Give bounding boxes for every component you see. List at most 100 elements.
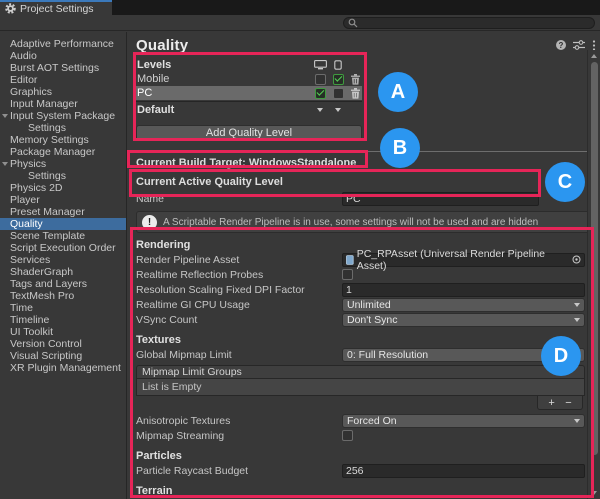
sidebar-item-preset-manager[interactable]: Preset Manager [0, 206, 126, 218]
vsync-count-dropdown[interactable]: Don't Sync [342, 313, 585, 327]
default-mobile-dropdown-icon[interactable] [335, 108, 341, 112]
sidebar-item-settings[interactable]: Settings [0, 122, 126, 134]
quality-level-row-pc[interactable]: PC [136, 86, 362, 100]
quality-name-field[interactable] [342, 192, 539, 206]
sidebar-item-label: Quality [10, 218, 43, 230]
sidebar-item-editor[interactable]: Editor [0, 74, 126, 86]
help-icon[interactable]: ? [556, 40, 566, 50]
quality-level-row-mobile[interactable]: Mobile [136, 72, 362, 86]
trash-icon[interactable] [350, 88, 360, 99]
chevron-down-icon [574, 419, 580, 423]
section-particles: Particles [136, 450, 585, 463]
sidebar-item-package-manager[interactable]: Package Manager [0, 146, 126, 158]
sidebar-item-shadergraph[interactable]: ShaderGraph [0, 266, 126, 278]
add-item-button[interactable]: + [548, 397, 554, 409]
tab-title: Project Settings [20, 3, 94, 15]
dropdown-value: Unlimited [347, 299, 391, 311]
field-label: Resolution Scaling Fixed DPI Factor [136, 284, 342, 296]
foldout-icon[interactable] [2, 114, 8, 118]
search-input[interactable] [343, 17, 595, 29]
scroll-up-icon[interactable] [591, 54, 597, 58]
sidebar-item-visual-scripting[interactable]: Visual Scripting [0, 350, 126, 362]
mipmap-streaming-checkbox[interactable] [342, 430, 353, 441]
sidebar-item-quality[interactable]: Quality [0, 218, 126, 230]
global-mipmap-limit-dropdown[interactable]: 0: Full Resolution [342, 348, 585, 362]
list-footer: + − [136, 396, 585, 410]
sidebar-item-label: Input Manager [10, 98, 78, 110]
scroll-down-icon[interactable] [591, 491, 597, 495]
sidebar-item-input-system-package[interactable]: Input System Package [0, 110, 126, 122]
current-build-target-label: Current Build Target: WindowsStandalone [136, 156, 585, 170]
levels-header-label: Levels [136, 59, 311, 71]
page-title: Quality [136, 37, 556, 54]
sidebar-item-textmesh-pro[interactable]: TextMesh Pro [0, 290, 126, 302]
render-pipeline-asset-field[interactable]: PC_RPAsset (Universal Render Pipeline As… [342, 253, 585, 267]
preset-icon[interactable] [573, 40, 585, 50]
sidebar-item-time[interactable]: Time [0, 302, 126, 314]
sidebar-item-tags-and-layers[interactable]: Tags and Layers [0, 278, 126, 290]
sidebar-item-player[interactable]: Player [0, 194, 126, 206]
gear-icon [5, 3, 16, 14]
chevron-down-icon [574, 353, 580, 357]
desktop-enabled-checkbox[interactable] [315, 88, 326, 99]
field-label: Particle Raycast Budget [136, 465, 342, 477]
scrollbar-thumb[interactable] [591, 62, 598, 455]
anisotropic-textures-dropdown[interactable]: Forced On [342, 414, 585, 428]
sidebar-item-physics[interactable]: Physics [0, 158, 126, 170]
mobile-enabled-checkbox[interactable] [333, 74, 344, 85]
object-picker-icon[interactable] [572, 255, 581, 264]
realtime-gi-dropdown[interactable]: Unlimited [342, 298, 585, 312]
toolbar [0, 15, 600, 31]
sidebar-item-graphics[interactable]: Graphics [0, 86, 126, 98]
levels-separator [136, 101, 362, 102]
global-mipmap-limit-row: Global Mipmap Limit 0: Full Resolution [136, 347, 585, 362]
field-label: Realtime GI CPU Usage [136, 299, 342, 311]
mobile-enabled-checkbox[interactable] [333, 88, 344, 99]
srp-warning-box: ! A Scriptable Render Pipeline is in use… [136, 211, 592, 233]
sidebar-item-label: Tags and Layers [10, 278, 87, 290]
section-terrain: Terrain [136, 485, 585, 498]
add-quality-level-button[interactable]: Add Quality Level [136, 125, 362, 141]
sidebar-item-label: Services [10, 254, 50, 266]
sidebar-item-audio[interactable]: Audio [0, 50, 126, 62]
foldout-icon[interactable] [2, 162, 8, 166]
field-label: VSync Count [136, 314, 342, 326]
resolution-scaling-field[interactable] [342, 283, 585, 297]
sidebar-item-burst-aot-settings[interactable]: Burst AOT Settings [0, 62, 126, 74]
sidebar-item-scene-template[interactable]: Scene Template [0, 230, 126, 242]
mipmap-streaming-row: Mipmap Streaming [136, 428, 585, 443]
particle-raycast-budget-field[interactable] [342, 464, 585, 478]
kebab-menu-icon[interactable] [592, 40, 596, 51]
level-name: PC [136, 87, 311, 99]
tab-project-settings[interactable]: Project Settings [0, 0, 112, 15]
mobile-icon [334, 60, 342, 70]
desktop-enabled-checkbox[interactable] [315, 74, 326, 85]
sidebar-item-services[interactable]: Services [0, 254, 126, 266]
sidebar-item-timeline[interactable]: Timeline [0, 314, 126, 326]
render-pipeline-asset-row: Render Pipeline Asset PC_RPAsset (Univer… [136, 252, 585, 267]
sidebar-item-label: Player [10, 194, 40, 206]
sidebar-item-version-control[interactable]: Version Control [0, 338, 126, 350]
sidebar-item-settings[interactable]: Settings [0, 170, 126, 182]
dropdown-value: Don't Sync [347, 314, 397, 326]
sidebar-item-label: Visual Scripting [10, 350, 82, 362]
section-divider [127, 151, 600, 152]
sidebar: Adaptive PerformanceAudioBurst AOT Setti… [0, 32, 127, 499]
levels-header-row: Levels [136, 58, 362, 72]
remove-item-button[interactable]: − [565, 397, 571, 409]
asset-icon [346, 255, 354, 265]
trash-icon[interactable] [350, 74, 360, 85]
sidebar-item-adaptive-performance[interactable]: Adaptive Performance [0, 38, 126, 50]
default-desktop-dropdown-icon[interactable] [317, 108, 323, 112]
sidebar-item-label: Input System Package [10, 110, 115, 122]
level-name: Mobile [136, 73, 311, 85]
vertical-scrollbar[interactable] [587, 50, 600, 499]
sidebar-item-input-manager[interactable]: Input Manager [0, 98, 126, 110]
realtime-reflection-probes-checkbox[interactable] [342, 269, 353, 280]
sidebar-item-memory-settings[interactable]: Memory Settings [0, 134, 126, 146]
sidebar-item-script-execution-order[interactable]: Script Execution Order [0, 242, 126, 254]
mipmap-limit-groups-header[interactable]: Mipmap Limit Groups [136, 365, 585, 379]
sidebar-item-physics-2d[interactable]: Physics 2D [0, 182, 126, 194]
sidebar-item-ui-toolkit[interactable]: UI Toolkit [0, 326, 126, 338]
sidebar-item-xr-plugin-management[interactable]: XR Plugin Management [0, 362, 126, 374]
